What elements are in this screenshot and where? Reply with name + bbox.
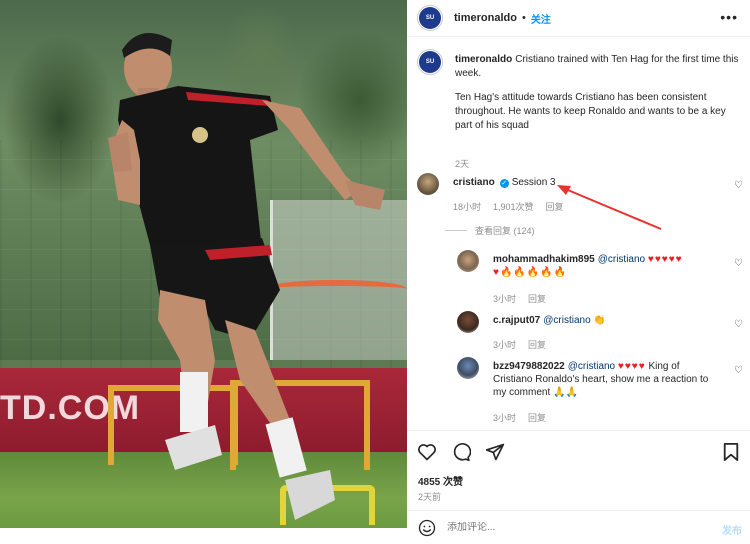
- share-send-icon[interactable]: [485, 442, 505, 462]
- separator-dot: •: [521, 12, 526, 24]
- more-dots-icon[interactable]: •••: [720, 9, 738, 25]
- comment-mention[interactable]: @cristiano: [543, 315, 590, 326]
- comment-reply-button[interactable]: 回复: [528, 413, 546, 423]
- post-header: SU timeronaldo • 关注 •••: [407, 0, 750, 37]
- author-username[interactable]: timeronaldo: [454, 12, 517, 24]
- view-replies-toggle[interactable]: 查看回复 (124): [445, 224, 535, 237]
- comment-avatar[interactable]: [417, 173, 439, 195]
- view-replies-label: 查看回复 (124): [475, 226, 535, 236]
- comment-text: Session 3: [511, 177, 556, 188]
- reply-bzz9479882022: bzz9479882022 @cristiano ♥♥♥♥ King of Cri…: [457, 357, 747, 427]
- like-heart-icon[interactable]: [417, 442, 437, 462]
- clap-emoji: 👏: [593, 315, 606, 326]
- comment-text-line3: my comment: [493, 387, 551, 398]
- reply-c-rajput07: c.rajput07 @cristiano 👏 ♡ 3小时 回复: [457, 311, 747, 355]
- post-comment-button[interactable]: 发布: [722, 522, 742, 537]
- comment-mention[interactable]: @cristiano: [598, 254, 645, 265]
- comment-time[interactable]: 18小时: [453, 202, 481, 212]
- post-actions: 4855 次赞 2天前: [407, 430, 750, 510]
- action-icons: [417, 441, 505, 463]
- like-heart-icon[interactable]: ♡: [734, 259, 743, 269]
- caption-username[interactable]: timeronaldo: [455, 54, 512, 65]
- comment-username[interactable]: mohammadhakim895: [493, 254, 595, 265]
- comment-likes[interactable]: 1,901次赞: [493, 202, 534, 212]
- heart-emojis: ♥♥♥♥♥: [647, 254, 683, 265]
- comment-mention[interactable]: @cristiano: [568, 361, 615, 372]
- post-side-panel: SU timeronaldo • 关注 ••• SU timeronaldo Cr…: [407, 0, 750, 544]
- comment-reply-button[interactable]: 回复: [528, 340, 546, 350]
- comment-text: King of: [648, 361, 680, 372]
- post-photo[interactable]: TD.COM: [0, 0, 407, 528]
- bookmark-save-icon[interactable]: [722, 442, 740, 462]
- emoji-smiley-icon[interactable]: [418, 519, 436, 537]
- comment-text-line2: Cristiano Ronaldo's heart, show me a rea…: [493, 374, 709, 385]
- comment-body: bzz9479882022 @cristiano ♥♥♥♥ King of Cri…: [493, 360, 713, 399]
- reply-line: [445, 230, 467, 231]
- photo-player-figure: [108, 32, 385, 520]
- comment-avatar[interactable]: [457, 311, 479, 333]
- caption-text-2: Ten Hag's attitude towards Cristiano has…: [455, 92, 726, 131]
- comment-body: cristiano ✓ Session 3: [453, 176, 556, 189]
- comment-body: c.rajput07 @cristiano 👏: [493, 314, 606, 327]
- comment-reply-button[interactable]: 回复: [528, 294, 546, 304]
- caption-time[interactable]: 2天: [455, 157, 469, 170]
- comment-meta: 3小时 回复: [493, 338, 558, 351]
- comment-username[interactable]: bzz9479882022: [493, 361, 565, 372]
- add-comment-bar: 发布: [407, 510, 750, 544]
- caption-text-block: timeronaldo Cristiano trained with Ten Ha…: [455, 53, 745, 133]
- fire-emojis: 🔥🔥🔥🔥🔥: [499, 267, 568, 278]
- like-heart-icon[interactable]: ♡: [734, 181, 743, 191]
- comment-username[interactable]: c.rajput07: [493, 315, 540, 326]
- likes-count[interactable]: 4855 次赞: [418, 473, 463, 488]
- author-avatar-image: SU: [419, 7, 441, 29]
- verified-badge-icon: ✓: [499, 179, 509, 188]
- comment-meta: 3小时 回复: [493, 411, 558, 424]
- caption-avatar-image: SU: [419, 51, 441, 73]
- like-heart-icon[interactable]: ♡: [734, 320, 743, 330]
- red-annotation-arrow-icon: [557, 185, 662, 230]
- heart-emojis: ♥♥♥♥: [617, 361, 646, 372]
- reply-mohammadhakim895: mohammadhakim895 @cristiano ♥♥♥♥♥ ♥🔥🔥🔥🔥🔥 …: [457, 250, 747, 310]
- comments-scroll-area[interactable]: SU timeronaldo Cristiano trained with Ten…: [407, 37, 750, 430]
- comment-bubble-icon[interactable]: [451, 442, 471, 462]
- comment-avatar[interactable]: [457, 357, 479, 379]
- comment-meta: 3小时 回复: [493, 292, 558, 305]
- caption-avatar[interactable]: SU: [417, 49, 443, 75]
- comment-username[interactable]: cristiano: [453, 177, 495, 188]
- post-time[interactable]: 2天前: [418, 490, 441, 503]
- comment-avatar[interactable]: [457, 250, 479, 272]
- like-heart-icon[interactable]: ♡: [734, 366, 743, 376]
- add-comment-input[interactable]: [447, 522, 687, 533]
- author-avatar[interactable]: SU: [417, 5, 443, 31]
- comment-body: mohammadhakim895 @cristiano ♥♥♥♥♥ ♥🔥🔥🔥🔥🔥: [493, 253, 683, 279]
- comment-time[interactable]: 3小时: [493, 340, 516, 350]
- pray-emoji: 🙏🙏: [553, 387, 578, 398]
- comment-time[interactable]: 3小时: [493, 413, 516, 423]
- comment-time[interactable]: 3小时: [493, 294, 516, 304]
- heart-emojis: ♥: [493, 267, 500, 278]
- follow-button[interactable]: 关注: [531, 11, 551, 26]
